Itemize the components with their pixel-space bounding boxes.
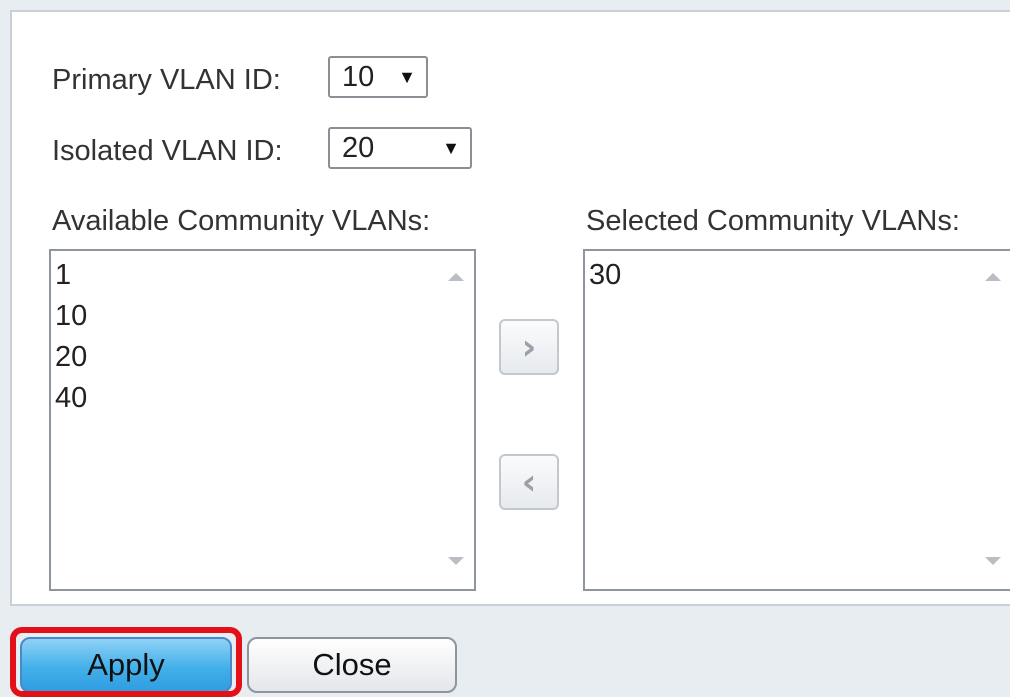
- close-button[interactable]: Close: [247, 637, 457, 693]
- primary-vlan-label: Primary VLAN ID:: [52, 64, 281, 96]
- scroll-up-icon[interactable]: [448, 273, 464, 281]
- dialog-panel: Primary VLAN ID: 10 ▼ Isolated VLAN ID: …: [10, 10, 1010, 606]
- isolated-vlan-value: 20: [342, 131, 375, 164]
- scroll-up-icon[interactable]: [985, 273, 1001, 281]
- scroll-down-icon[interactable]: [448, 557, 464, 565]
- list-item[interactable]: 20: [55, 337, 87, 378]
- move-left-button[interactable]: ‹: [499, 454, 559, 510]
- move-right-button[interactable]: ›: [499, 319, 559, 375]
- selected-vlans-label: Selected Community VLANs:: [586, 205, 960, 237]
- chevron-right-icon: ›: [521, 326, 537, 368]
- list-item[interactable]: 40: [55, 378, 87, 419]
- chevron-left-icon: ‹: [521, 461, 537, 503]
- scroll-down-icon[interactable]: [985, 557, 1001, 565]
- list-item[interactable]: 30: [589, 255, 621, 296]
- selected-vlans-list[interactable]: 30: [583, 249, 1010, 591]
- chevron-down-icon: ▼: [442, 137, 460, 158]
- chevron-down-icon: ▼: [398, 66, 416, 87]
- list-item[interactable]: 10: [55, 296, 87, 337]
- list-item[interactable]: 1: [55, 255, 87, 296]
- isolated-vlan-select[interactable]: 20 ▼: [328, 127, 472, 169]
- available-vlans-label: Available Community VLANs:: [52, 205, 431, 237]
- primary-vlan-select[interactable]: 10 ▼: [328, 56, 428, 98]
- close-button-label: Close: [312, 647, 392, 682]
- available-vlans-list[interactable]: 1 10 20 40: [49, 249, 476, 591]
- primary-vlan-value: 10: [342, 60, 375, 93]
- apply-highlight-frame: [10, 627, 242, 697]
- isolated-vlan-label: Isolated VLAN ID:: [52, 135, 283, 167]
